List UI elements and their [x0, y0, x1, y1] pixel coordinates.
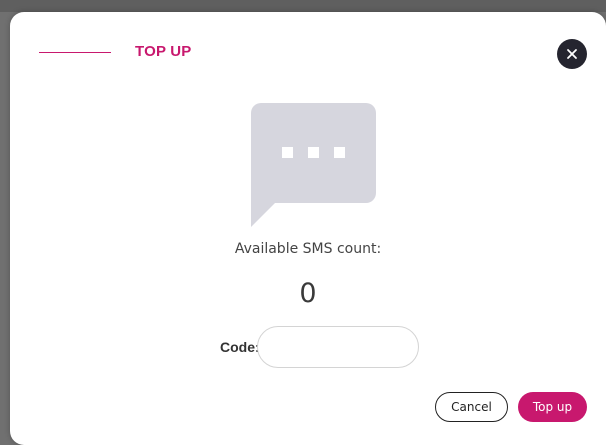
dialog-title: TOP UP — [135, 43, 192, 60]
close-icon — [567, 49, 577, 59]
available-sms-label: Available SMS count: — [234, 241, 382, 257]
sms-count-value: 0 — [299, 278, 317, 309]
top-up-button[interactable]: Top up — [518, 392, 587, 422]
cancel-button[interactable]: Cancel — [435, 392, 508, 422]
title-decoration-line — [39, 52, 111, 53]
close-button[interactable] — [557, 39, 587, 69]
code-input[interactable] — [257, 326, 419, 368]
background-page — [0, 0, 606, 12]
chat-bubble-icon — [251, 103, 376, 227]
code-label: Code: — [220, 339, 260, 355]
top-up-dialog: TOP UP Available SMS count: 0 Code: Canc… — [10, 12, 606, 445]
